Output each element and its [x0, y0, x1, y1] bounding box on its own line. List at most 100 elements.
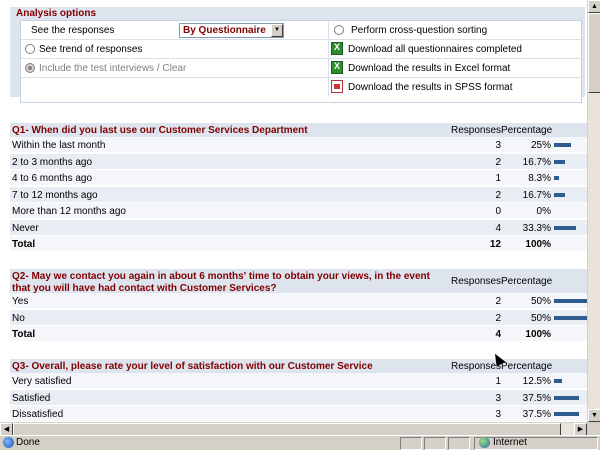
- percentage-column-header: Percentage: [501, 276, 553, 287]
- response-percentage: 12.5%: [522, 376, 551, 387]
- answer-label: More than 12 months ago: [12, 206, 126, 217]
- question-title: Q1- When did you last use our Customer S…: [12, 125, 308, 137]
- status-pane: [448, 437, 470, 450]
- answer-label: 4 to 6 months ago: [12, 173, 93, 184]
- question-title: Q2- May we contact you again in about 6 …: [12, 271, 430, 295]
- options-row: Download the results in SPSS format: [21, 78, 581, 97]
- status-pane: [400, 437, 422, 450]
- answer-row: 7 to 12 months ago 2 16.7%: [10, 186, 587, 203]
- cross-question-sorting-radio[interactable]: [334, 25, 344, 35]
- options-row: See the responses By Questionnaire ▼ Per…: [21, 21, 581, 40]
- page-content: Analysis options See the responses By Qu…: [0, 0, 587, 422]
- percentage-bar: [554, 159, 565, 164]
- analysis-options-panel: Analysis options See the responses By Qu…: [10, 7, 585, 103]
- question-title-line: Q1- When did you last use our Customer S…: [12, 125, 308, 136]
- response-percentage: 100%: [525, 239, 551, 250]
- response-percentage: 37.5%: [522, 392, 551, 404]
- response-percentage: 100%: [525, 329, 551, 340]
- answer-label: Dissatisfied: [12, 409, 64, 420]
- question-header: Q1- When did you last use our Customer S…: [10, 123, 587, 137]
- percentage-bar: [554, 315, 587, 320]
- include-test-radio: [25, 63, 35, 73]
- download-spss-link[interactable]: Download the results in SPSS format: [348, 82, 513, 93]
- answer-label: No: [12, 312, 25, 324]
- question-header: Q2- May we contact you again in about 6 …: [10, 269, 587, 295]
- answer-row: More than 12 months ago 0 0%: [10, 203, 587, 219]
- response-count: 3: [495, 392, 501, 404]
- vertical-scrollbar[interactable]: ▲ ▼: [587, 0, 600, 422]
- percentage-bar: [554, 412, 579, 416]
- answer-label: Satisfied: [12, 392, 51, 404]
- responses-mode-value: By Questionnaire: [183, 25, 266, 36]
- answer-row: No 2 50%: [10, 309, 587, 326]
- question-title-line: Q2- May we contact you again in about 6 …: [12, 271, 430, 282]
- response-count: 1: [495, 173, 501, 184]
- scroll-up-arrow-icon[interactable]: ▲: [588, 0, 600, 13]
- response-count: 12: [489, 239, 501, 250]
- response-count: 2: [495, 156, 501, 168]
- response-count: 4: [495, 329, 501, 340]
- responses-column-header: Responses: [451, 125, 502, 136]
- page-icon: [3, 437, 14, 448]
- response-percentage: 16.7%: [522, 189, 551, 201]
- excel-icon: [331, 61, 343, 74]
- answer-row: 4 to 6 months ago 1 8.3%: [10, 170, 587, 186]
- answer-label: 2 to 3 months ago: [12, 156, 93, 168]
- answer-row: Never 4 33.3%: [10, 219, 587, 236]
- status-text: Done: [16, 437, 40, 448]
- answer-row: Satisfied 3 37.5%: [10, 389, 587, 406]
- total-row: Total 4 100%: [10, 326, 587, 342]
- options-row: See trend of responses Download all ques…: [21, 40, 581, 59]
- scroll-down-arrow-icon[interactable]: ▼: [588, 409, 600, 422]
- zone-text: Internet: [493, 437, 527, 448]
- total-row: Total 12 100%: [10, 236, 587, 252]
- answer-label: 7 to 12 months ago: [12, 189, 98, 201]
- response-percentage: 37.5%: [522, 409, 551, 420]
- see-trend-label[interactable]: See trend of responses: [39, 44, 142, 55]
- answer-label: Total: [12, 239, 36, 250]
- question-title-line: Q3- Overall, please rate your level of s…: [12, 361, 373, 372]
- response-count: 2: [495, 296, 501, 307]
- response-count: 3: [495, 140, 501, 151]
- response-percentage: 8.3%: [528, 173, 551, 184]
- percentage-bar: [554, 299, 587, 303]
- analysis-options-title: Analysis options: [16, 8, 97, 19]
- horizontal-scrollbar[interactable]: ◀ ▶: [0, 422, 587, 436]
- cross-question-sorting-label[interactable]: Perform cross-question sorting: [351, 25, 487, 36]
- response-count: 4: [495, 222, 501, 234]
- response-percentage: 25%: [530, 140, 551, 151]
- percentage-column-header: Percentage: [501, 361, 553, 372]
- response-percentage: 0%: [536, 206, 551, 217]
- see-responses-label: See the responses: [31, 25, 115, 36]
- response-count: 3: [495, 409, 501, 420]
- status-pane: [424, 437, 446, 450]
- analysis-options-table: See the responses By Questionnaire ▼ Per…: [20, 20, 582, 103]
- response-count: 2: [495, 189, 501, 201]
- response-count: 2: [495, 312, 501, 324]
- percentage-column-header: Percentage: [501, 125, 553, 136]
- response-percentage: 16.7%: [522, 156, 551, 168]
- responses-mode-select[interactable]: By Questionnaire ▼: [179, 23, 284, 38]
- response-percentage: 33.3%: [522, 222, 551, 234]
- answer-label: Yes: [12, 296, 29, 307]
- percentage-bar: [554, 176, 559, 180]
- answer-row: Within the last month 3 25%: [10, 137, 587, 153]
- chevron-down-icon[interactable]: ▼: [271, 24, 283, 37]
- download-all-link[interactable]: Download all questionnaires completed: [348, 44, 522, 55]
- spss-icon: [331, 80, 343, 93]
- download-excel-link[interactable]: Download the results in Excel format: [348, 63, 510, 74]
- answer-label: Never: [12, 222, 39, 234]
- scrollbar-corner: [587, 422, 600, 435]
- answer-label: Total: [12, 329, 36, 340]
- answer-label: Within the last month: [12, 140, 106, 151]
- vertical-scroll-thumb[interactable]: [588, 13, 600, 93]
- percentage-bar: [554, 379, 562, 383]
- percentage-bar: [554, 395, 579, 400]
- answer-row: Very satisfied 1 12.5%: [10, 373, 587, 389]
- options-row: Include the test interviews / Clear Down…: [21, 59, 581, 78]
- response-percentage: 50%: [530, 296, 551, 307]
- see-trend-radio[interactable]: [25, 44, 35, 54]
- percentage-bar: [554, 143, 571, 147]
- question-title: Q3- Overall, please rate your level of s…: [12, 361, 373, 373]
- include-test-label: Include the test interviews / Clear: [39, 63, 187, 74]
